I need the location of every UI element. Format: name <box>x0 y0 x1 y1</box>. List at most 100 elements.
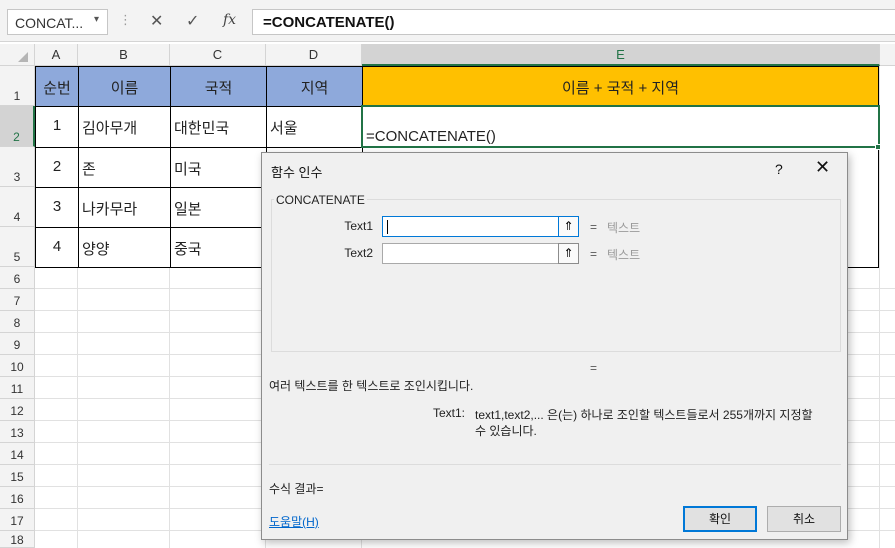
cell-text: 국적 <box>204 80 233 97</box>
row-header[interactable]: 11 <box>0 377 35 399</box>
column-header-a[interactable]: A <box>35 44 78 66</box>
cell-text: 1 <box>52 117 62 134</box>
column-header-c[interactable]: C <box>170 44 266 66</box>
table-header-cell[interactable]: 이름 <box>78 66 171 107</box>
table-cell[interactable]: 김아무개 <box>78 106 171 148</box>
row-header[interactable]: 6 <box>0 267 35 289</box>
collapse-dialog-icon[interactable]: ⇑ <box>558 216 579 237</box>
row-header[interactable]: 14 <box>0 443 35 465</box>
row-number: 4 <box>13 210 21 224</box>
cell-text: 나카무라 <box>82 201 138 218</box>
select-all-icon <box>18 52 28 62</box>
formula-input[interactable]: =CONCATENATE() <box>252 9 895 35</box>
help-icon[interactable]: ? <box>775 161 783 177</box>
table-cell[interactable]: 3 <box>35 187 79 228</box>
row-header[interactable]: 17 <box>0 509 35 531</box>
row-header[interactable]: 9 <box>0 333 35 355</box>
select-all-button[interactable] <box>0 44 35 66</box>
column-header-b[interactable]: B <box>78 44 170 66</box>
cell-text: 중국 <box>174 241 202 258</box>
row-number: 3 <box>13 170 21 184</box>
row-header[interactable]: 3 <box>0 147 35 187</box>
row-header[interactable]: 12 <box>0 399 35 421</box>
function-description: 여러 텍스트를 한 텍스트로 조인시킵니다. <box>269 379 474 393</box>
enter-icon[interactable]: ✓ <box>186 11 199 31</box>
table-header-cell[interactable]: 순번 <box>35 66 79 107</box>
ok-button[interactable]: 확인 <box>683 506 757 532</box>
column-header-e[interactable]: E <box>362 44 880 66</box>
cell-text: 존 <box>82 161 96 178</box>
row-header[interactable]: 2 <box>0 106 35 147</box>
table-cell[interactable]: 양양 <box>78 227 171 268</box>
text2-input[interactable] <box>382 243 578 264</box>
table-cell[interactable]: 중국 <box>170 227 267 268</box>
equals-sign: = <box>590 247 598 261</box>
row-number: 13 <box>10 426 24 440</box>
table-header-cell[interactable]: 국적 <box>170 66 267 107</box>
cell-text: 순번 <box>43 80 71 97</box>
row-header[interactable]: 16 <box>0 487 35 509</box>
cancel-button[interactable]: 취소 <box>767 506 841 532</box>
formula-text: =CONCATENATE() <box>263 14 395 31</box>
fill-handle[interactable] <box>875 144 881 150</box>
column-header-row: A B C D E <box>0 44 895 66</box>
row-header[interactable]: 4 <box>0 187 35 227</box>
table-cell[interactable]: 서울 <box>266 106 363 148</box>
function-result-equals: = <box>590 361 598 375</box>
row-number: 5 <box>13 250 21 264</box>
help-link[interactable]: 도움말(H) <box>269 513 319 530</box>
equals-sign: = <box>590 220 598 234</box>
text1-input[interactable] <box>382 216 578 237</box>
cell-text: 양양 <box>82 241 110 258</box>
row-header[interactable]: 15 <box>0 465 35 487</box>
table-cell[interactable]: 나카무라 <box>78 187 171 228</box>
cancel-icon[interactable]: ✕ <box>150 11 163 31</box>
chevron-down-icon[interactable]: ▾ <box>94 14 99 25</box>
row-number: 17 <box>10 514 24 528</box>
table-cell[interactable]: 존 <box>78 147 171 188</box>
table-cell[interactable]: 미국 <box>170 147 267 188</box>
table-cell[interactable]: 1 <box>35 106 79 148</box>
row-number: 12 <box>10 404 24 418</box>
row-header[interactable]: 18 <box>0 531 35 548</box>
name-box[interactable]: CONCAT... ▾ <box>7 9 108 35</box>
cell-text: 이름 <box>110 80 139 97</box>
collapse-dialog-icon[interactable]: ⇑ <box>558 243 579 264</box>
column-header-d[interactable]: D <box>266 44 362 66</box>
close-icon[interactable]: ✕ <box>815 157 830 178</box>
text2-result: 텍스트 <box>607 248 641 262</box>
active-cell[interactable]: =CONCATENATE() <box>361 105 880 148</box>
row-number: 1 <box>13 89 21 103</box>
row-header[interactable]: 1 <box>0 66 35 106</box>
insert-function-icon[interactable]: fx <box>223 12 236 28</box>
argument-description: text1,text2,... 은(는) 하나로 조인할 텍스트들로서 255개… <box>475 408 813 422</box>
table-cell[interactable]: 일본 <box>170 187 267 228</box>
cell-text: 서울 <box>270 120 298 137</box>
row-number: 7 <box>13 294 21 308</box>
table-header-cell[interactable]: 지역 <box>266 66 363 107</box>
function-arguments-dialog: 함수 인수 ? ✕ CONCATENATE Text1 ⇑ = 텍스트 Text… <box>261 152 848 540</box>
drag-handle-icon[interactable]: ⋮ <box>119 12 132 28</box>
cell-text: 2 <box>52 158 62 175</box>
argument-description-cont: 수 있습니다. <box>475 424 537 438</box>
row-header[interactable]: 13 <box>0 421 35 443</box>
table-cell[interactable]: 4 <box>35 227 79 268</box>
cell-text: 대한민국 <box>174 120 230 137</box>
table-cell[interactable]: 2 <box>35 147 79 188</box>
row-header[interactable]: 8 <box>0 311 35 333</box>
active-cell-text: =CONCATENATE() <box>366 128 496 145</box>
cell-text: 4 <box>52 238 62 255</box>
cell-border <box>847 267 879 268</box>
dialog-title: 함수 인수 <box>271 165 323 180</box>
name-box-value: CONCAT... <box>15 15 84 31</box>
table-header-cell[interactable]: 이름 + 국적 + 지역 <box>362 66 879 107</box>
argument-description-label: Text1: <box>433 406 466 420</box>
row-header[interactable]: 5 <box>0 227 35 267</box>
table-cell[interactable]: 대한민국 <box>170 106 267 148</box>
formula-result: 수식 결과= <box>269 482 324 496</box>
cell-text: 지역 <box>300 80 329 97</box>
row-number: 8 <box>13 316 21 330</box>
row-header[interactable]: 7 <box>0 289 35 311</box>
cell-text: 이름 + 국적 + 지역 <box>562 80 679 97</box>
row-header[interactable]: 10 <box>0 355 35 377</box>
